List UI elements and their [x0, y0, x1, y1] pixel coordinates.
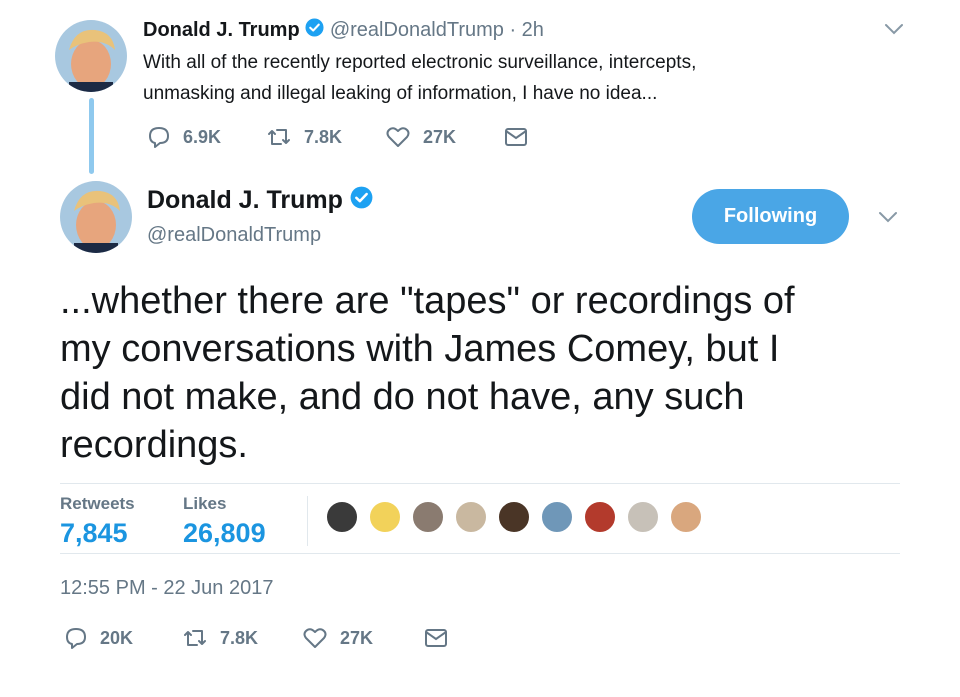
author-name[interactable]: Donald J. Trump — [147, 186, 343, 214]
likes-stat[interactable]: Likes 26,809 — [183, 494, 266, 549]
divider — [60, 483, 900, 484]
tweet2-chevron-down-icon[interactable] — [878, 210, 898, 229]
retweet-button[interactable]: 7.8K — [266, 125, 385, 149]
thread-connector-line — [89, 98, 94, 174]
liker-avatar[interactable] — [454, 500, 488, 534]
like-count: 27K — [423, 126, 457, 147]
divider — [60, 553, 900, 554]
envelope-icon — [505, 128, 527, 146]
liker-avatar[interactable] — [497, 500, 531, 534]
reply-icon — [66, 628, 86, 649]
verified-badge-icon — [350, 186, 373, 216]
heart-icon — [303, 628, 327, 648]
like-button[interactable]: 27K — [302, 626, 424, 650]
tweet-timestamp[interactable]: 12:55 PM - 22 Jun 2017 — [60, 577, 273, 600]
author-handle[interactable]: @realDonaldTrump — [147, 224, 373, 247]
avatar[interactable] — [55, 20, 127, 92]
tweet2-text-line: ...whether there are "tapes" or recordin… — [60, 280, 795, 322]
retweets-value: 7,845 — [60, 518, 128, 548]
tweet2-text-line: my conversations with James Comey, but I — [60, 328, 780, 370]
tweet1-text-line: unmasking and illegal leaking of informa… — [143, 83, 658, 104]
liker-avatar[interactable] — [368, 500, 402, 534]
retweet-icon — [268, 129, 290, 145]
liker-avatar[interactable] — [325, 500, 359, 534]
retweet-icon — [184, 630, 206, 646]
reply-count: 20K — [100, 627, 134, 648]
author-handle[interactable]: @realDonaldTrump — [330, 19, 504, 41]
tweet1-text: With all of the recently reported electr… — [143, 47, 696, 109]
likes-label: Likes — [183, 494, 227, 513]
tweet2-text: ...whether there are "tapes" or recordin… — [60, 277, 795, 469]
liker-avatar[interactable] — [626, 500, 660, 534]
tweet1-actions: 6.9K 7.8K 27K — [147, 125, 540, 149]
avatar[interactable] — [60, 181, 132, 253]
likes-value: 26,809 — [183, 518, 266, 548]
verified-badge-icon — [305, 18, 324, 43]
reply-button[interactable]: 6.9K — [147, 125, 266, 149]
direct-message-button[interactable] — [424, 626, 460, 650]
retweet-count: 7.8K — [304, 126, 343, 147]
tweet-time[interactable]: · 2h — [509, 19, 543, 41]
following-button[interactable]: Following — [692, 189, 849, 244]
retweet-count: 7.8K — [220, 627, 259, 648]
author-name[interactable]: Donald J. Trump — [143, 19, 300, 41]
like-count: 27K — [340, 627, 374, 648]
direct-message-button[interactable] — [504, 125, 540, 149]
tweet1-text-line: With all of the recently reported electr… — [143, 52, 697, 73]
tweet2-text-line: recordings. — [60, 424, 248, 466]
liker-avatar[interactable] — [540, 500, 574, 534]
envelope-icon — [425, 629, 447, 647]
retweets-stat[interactable]: Retweets 7,845 — [60, 494, 135, 549]
liker-avatar[interactable] — [411, 500, 445, 534]
like-button[interactable]: 27K — [385, 125, 504, 149]
reply-button[interactable]: 20K — [64, 626, 182, 650]
tweet2-actions: 20K 7.8K 27K — [64, 626, 460, 650]
retweets-label: Retweets — [60, 494, 135, 513]
reply-count: 6.9K — [183, 126, 222, 147]
reply-icon — [149, 127, 169, 148]
stats-separator — [307, 496, 308, 546]
tweet1-chevron-down-icon[interactable] — [884, 22, 904, 41]
retweet-button[interactable]: 7.8K — [182, 626, 302, 650]
heart-icon — [386, 127, 410, 147]
tweet2-author: Donald J. Trump @realDonaldTrump — [147, 186, 373, 247]
tweet2-text-line: did not make, and do not have, any such — [60, 376, 745, 418]
liker-avatars — [325, 500, 703, 534]
liker-avatar[interactable] — [669, 500, 703, 534]
liker-avatar[interactable] — [583, 500, 617, 534]
tweet1-header: Donald J. Trump @realDonaldTrump · 2h — [143, 18, 544, 43]
